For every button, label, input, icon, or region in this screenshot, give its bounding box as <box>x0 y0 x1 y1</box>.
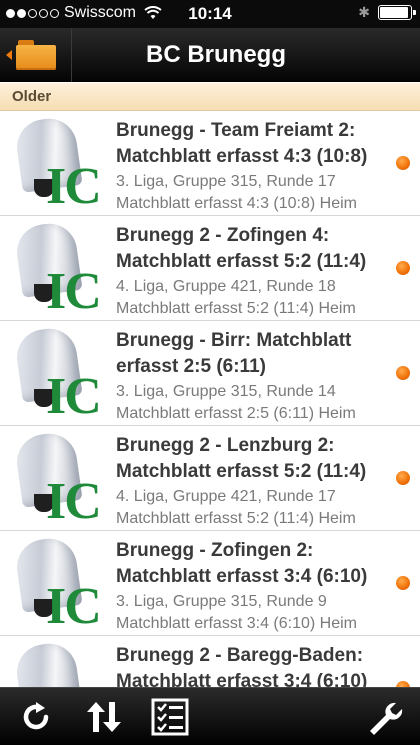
item-league: 3. Liga, Gruppe 315, Runde 14 <box>116 383 336 400</box>
list-item[interactable]: IC Brunegg 2 - Lenzburg 2: Matchblatt erf… <box>0 426 420 531</box>
item-title: Brunegg - Birr: Matchblatt erfasst 2:5 (… <box>116 330 352 377</box>
folder-icon <box>16 40 56 70</box>
logo-text: IC <box>46 158 102 215</box>
item-summary: Matchblatt erfasst 4:3 (10:8) Heim <box>116 195 357 212</box>
wrench-icon <box>370 702 403 735</box>
club-logo-thumbnail: IC <box>12 535 104 635</box>
shuttlecock-icon <box>13 640 83 687</box>
item-title: Brunegg 2 - Baregg-Baden: Matchblatt erf… <box>116 645 368 687</box>
status-bar: Swisscom 10:14 ✱ <box>0 0 420 28</box>
item-summary: Matchblatt erfasst 3:4 (6:10) Heim <box>116 615 357 632</box>
back-button[interactable] <box>0 28 72 82</box>
checklist-icon <box>151 698 189 736</box>
item-title: Brunegg - Zofingen 2: Matchblatt erfasst… <box>116 540 368 587</box>
settings-button[interactable] <box>356 688 412 745</box>
club-logo-thumbnail: IC <box>12 115 104 215</box>
checklist-button[interactable] <box>142 688 198 745</box>
battery-icon <box>378 5 416 20</box>
page-title: BC Brunegg <box>146 41 286 68</box>
logo-text: IC <box>46 368 102 425</box>
status-time: 10:14 <box>188 4 232 23</box>
unread-indicator-icon <box>396 576 410 590</box>
list-item[interactable]: IC Brunegg 2 - Baregg-Baden: Matchblatt e… <box>0 636 420 687</box>
item-league: 4. Liga, Gruppe 421, Runde 18 <box>116 278 336 295</box>
list-item[interactable]: IC Brunegg - Zofingen 2: Matchblatt erfas… <box>0 531 420 636</box>
sort-icon <box>87 702 121 732</box>
list-item[interactable]: IC Brunegg - Team Freiamt 2: Matchblatt e… <box>0 111 420 216</box>
unread-indicator-icon <box>396 471 410 485</box>
unread-indicator-icon <box>396 261 410 275</box>
item-title: Brunegg - Team Freiamt 2: Matchblatt erf… <box>116 120 368 167</box>
item-summary: Matchblatt erfasst 5:2 (11:4) Heim <box>116 510 356 527</box>
club-logo-thumbnail: IC <box>12 640 104 687</box>
logo-text: IC <box>46 578 102 635</box>
navigation-bar: BC Brunegg <box>0 28 420 82</box>
status-right: ✱ <box>358 4 416 21</box>
refresh-button[interactable] <box>8 688 64 745</box>
back-arrow-icon <box>6 50 12 60</box>
item-league: 3. Liga, Gruppe 315, Runde 17 <box>116 173 336 190</box>
bottom-toolbar <box>0 687 420 745</box>
sort-button[interactable] <box>76 688 132 745</box>
logo-text: IC <box>46 473 102 530</box>
club-logo-thumbnail: IC <box>12 430 104 530</box>
item-summary: Matchblatt erfasst 2:5 (6:11) Heim <box>116 405 356 422</box>
match-list[interactable]: IC Brunegg - Team Freiamt 2: Matchblatt e… <box>0 111 420 687</box>
item-title: Brunegg 2 - Zofingen 4: Matchblatt erfas… <box>116 225 367 272</box>
bluetooth-icon: ✱ <box>358 4 370 20</box>
item-summary: Matchblatt erfasst 5:2 (11:4) Heim <box>116 300 356 317</box>
club-logo-thumbnail: IC <box>12 220 104 320</box>
item-league: 3. Liga, Gruppe 315, Runde 9 <box>116 593 327 610</box>
refresh-icon <box>23 702 49 730</box>
unread-indicator-icon <box>396 156 410 170</box>
list-item[interactable]: IC Brunegg 2 - Zofingen 4: Matchblatt erf… <box>0 216 420 321</box>
club-logo-thumbnail: IC <box>12 325 104 425</box>
section-header-older: Older <box>0 83 420 111</box>
item-league: 4. Liga, Gruppe 421, Runde 17 <box>116 488 336 505</box>
unread-indicator-icon <box>396 366 410 380</box>
item-title: Brunegg 2 - Lenzburg 2: Matchblatt erfas… <box>116 435 367 482</box>
logo-text: IC <box>46 263 102 320</box>
list-item[interactable]: IC Brunegg - Birr: Matchblatt erfasst 2:5… <box>0 321 420 426</box>
